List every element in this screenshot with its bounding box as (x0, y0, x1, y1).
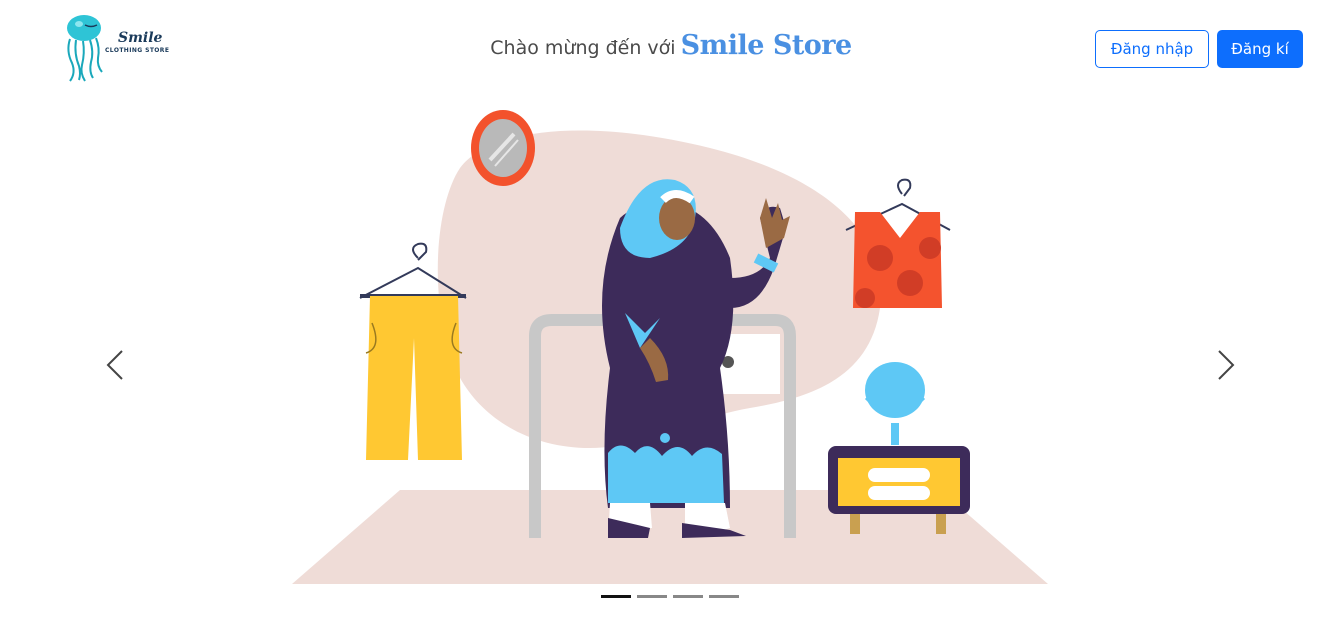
carousel-indicators (601, 595, 739, 598)
chevron-right-icon (1218, 350, 1235, 380)
shopping-illustration (292, 110, 1048, 584)
pants-icon (366, 296, 462, 460)
hero-carousel (0, 100, 1342, 625)
carousel-indicator-3[interactable] (673, 595, 703, 598)
login-button[interactable]: Đăng nhập (1095, 30, 1209, 68)
vanity-mirror-icon (865, 362, 925, 418)
site-header: Smile CLOTHING STORE Chào mừng đến với S… (0, 0, 1342, 100)
chevron-left-icon (106, 350, 123, 380)
carousel-indicator-1[interactable] (601, 595, 631, 598)
brand-name: Smile Store (680, 30, 853, 61)
carousel-indicator-2[interactable] (637, 595, 667, 598)
welcome-prefix: Chào mừng đến với (490, 37, 676, 59)
carousel-next-button[interactable] (1205, 345, 1245, 385)
carousel-indicator-4[interactable] (709, 595, 739, 598)
register-button[interactable]: Đăng kí (1217, 30, 1303, 68)
carousel-prev-button[interactable] (96, 345, 136, 385)
